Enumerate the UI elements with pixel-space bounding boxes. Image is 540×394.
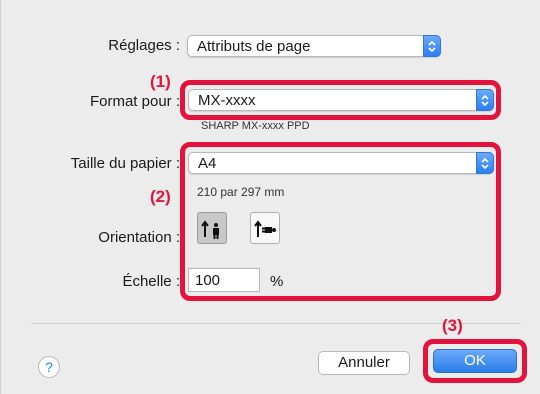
scale-unit: % [270, 273, 284, 290]
chevron-updown-icon [476, 89, 494, 111]
chevron-updown-icon [476, 152, 494, 174]
ok-button[interactable]: OK [433, 349, 517, 373]
settings-label: Réglages : [108, 37, 180, 54]
paper-popup[interactable]: A4 [188, 152, 494, 174]
orientation-portrait-button[interactable] [197, 212, 227, 244]
portrait-icon [201, 220, 219, 239]
scale-label: Échelle : [122, 273, 180, 290]
orientation-label: Orientation : [98, 229, 180, 246]
paper-label: Taille du papier : [70, 155, 180, 172]
settings-popup[interactable]: Attributs de page [187, 35, 441, 57]
page-setup-dialog: Réglages : Attributs de page (1) Format … [0, 0, 540, 394]
format-value: MX-xxxx [198, 92, 256, 109]
callout-1: (1) [150, 72, 171, 91]
callout-3: (3) [442, 316, 463, 335]
help-button[interactable]: ? [38, 356, 60, 378]
scale-value: 100 [195, 272, 221, 289]
landscape-icon [254, 220, 276, 237]
settings-value: Attributs de page [197, 38, 311, 55]
cancel-button[interactable]: Annuler [318, 351, 410, 375]
help-icon: ? [45, 359, 53, 375]
orientation-landscape-button[interactable] [250, 212, 280, 244]
paper-dimensions: 210 par 297 mm [197, 185, 285, 199]
callout-2: (2) [150, 187, 171, 206]
format-label: Format pour : [89, 93, 180, 110]
chevron-updown-icon [423, 35, 441, 57]
scale-input[interactable]: 100 [188, 268, 260, 292]
paper-value: A4 [198, 155, 217, 172]
format-popup[interactable]: MX-xxxx [188, 89, 494, 111]
format-subtitle: SHARP MX-xxxx PPD [201, 120, 310, 132]
